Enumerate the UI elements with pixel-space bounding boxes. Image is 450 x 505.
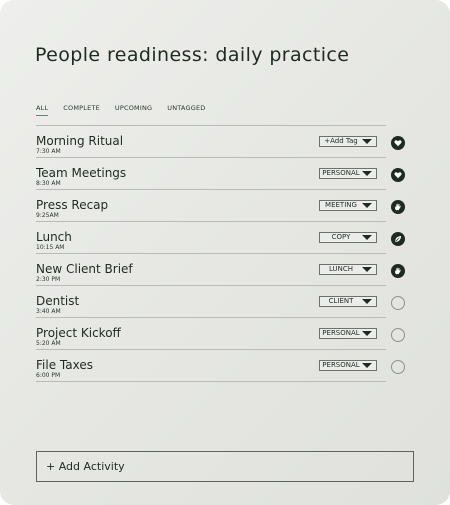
activity-time: 5:20 AM [36,340,61,347]
tag-dropdown[interactable]: PERSONAL [319,168,377,179]
activity-time: 8:30 AM [36,180,61,187]
tag-dropdown[interactable]: COPY [319,232,377,243]
chevron-down-icon [362,299,372,304]
hand-icon [395,267,401,275]
tab-upcoming[interactable]: UPCOMING [115,104,152,116]
tag-dropdown-value: +Add Tag [324,137,358,145]
activity-name: Dentist [36,294,80,308]
activity-row: File Taxes 6:00 PM PERSONAL [36,350,405,382]
chevron-down-icon [362,203,372,208]
activity-row: Team Meetings 8:30 AM PERSONAL [36,158,405,190]
status-toggle[interactable] [391,360,405,374]
activity-name: Team Meetings [36,166,127,180]
activity-time: 6:00 PM [36,372,61,379]
activity-row: Project Kickoff 5:20 AM PERSONAL [36,318,405,350]
activity-row: Lunch 10:15 AM COPY [36,222,405,254]
tab-all[interactable]: ALL [36,104,49,116]
chevron-down-icon [362,139,372,144]
status-toggle[interactable] [391,328,405,342]
activity-list: Morning Ritual 7:30 AM +Add Tag Team Mee… [36,125,405,382]
chevron-down-icon [362,331,372,336]
activity-row: Morning Ritual 7:30 AM +Add Tag [36,126,405,158]
chevron-down-icon [362,171,372,176]
tab-complete[interactable]: COMPLETE [63,104,100,116]
hand-icon [395,203,401,211]
status-toggle[interactable] [391,264,405,278]
leaf-icon [395,235,402,242]
activity-name: File Taxes [36,358,93,372]
activity-time: 9:25AM [36,212,59,219]
filter-tabs: ALL COMPLETE UPCOMING UNTAGGED [36,104,220,116]
chevron-down-icon [362,267,372,272]
page-title: People readiness: daily practice [35,44,350,66]
activity-time: 7:30 AM [36,148,61,155]
heart-icon [394,140,402,147]
add-activity-label: + Add Activity [46,460,125,473]
status-toggle[interactable] [391,232,405,246]
tag-dropdown[interactable]: PERSONAL [319,328,377,339]
tag-dropdown[interactable]: PERSONAL [319,360,377,371]
add-activity-button[interactable]: + Add Activity [36,451,414,482]
activity-time: 3:40 AM [36,308,61,315]
tag-dropdown-value: LUNCH [328,265,354,273]
practice-card: People readiness: daily practice ALL COM… [0,0,450,505]
tag-dropdown[interactable]: +Add Tag [319,136,377,147]
activity-name: Morning Ritual [36,134,124,148]
chevron-down-icon [362,235,372,240]
activity-time: 10:15 AM [36,244,65,251]
tab-untagged[interactable]: UNTAGGED [167,104,205,116]
activity-name: New Client Brief [36,262,133,276]
tag-dropdown[interactable]: CLIENT [319,296,377,307]
status-toggle[interactable] [391,200,405,214]
status-toggle[interactable] [391,296,405,310]
tag-dropdown-value: PERSONAL [322,361,360,369]
status-toggle[interactable] [391,136,405,150]
activity-name: Press Recap [36,198,109,212]
activity-name: Project Kickoff [36,326,121,340]
chevron-down-icon [362,363,372,368]
tag-dropdown[interactable]: MEETING [319,200,377,211]
activity-time: 2:30 PM [36,276,61,283]
tag-dropdown-value: MEETING [325,201,357,209]
tag-dropdown-value: PERSONAL [322,329,360,337]
heart-icon [394,172,402,179]
activity-row: Dentist 3:40 AM CLIENT [36,286,405,318]
tag-dropdown[interactable]: LUNCH [319,264,377,275]
status-toggle[interactable] [391,168,405,182]
activity-row: New Client Brief 2:30 PM LUNCH [36,254,405,286]
activity-name: Lunch [36,230,72,244]
tag-dropdown-value: COPY [331,233,351,241]
activity-row: Press Recap 9:25AM MEETING [36,190,405,222]
tag-dropdown-value: PERSONAL [322,169,360,177]
tag-dropdown-value: CLIENT [328,297,354,305]
